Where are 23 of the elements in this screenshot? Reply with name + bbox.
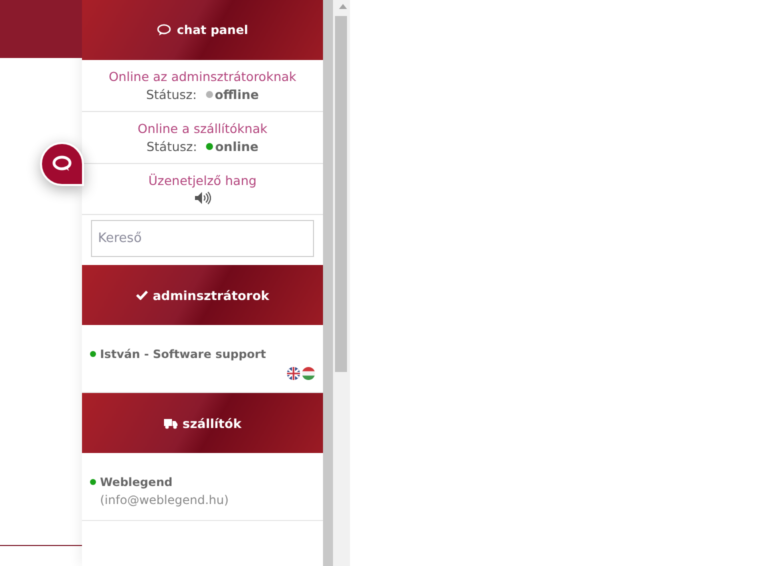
- british-flag-icon: [287, 367, 300, 380]
- chat-bubble-icon: [52, 155, 72, 173]
- setting-label: Üzenetjelző hang: [148, 173, 257, 188]
- status-value: offline: [214, 87, 259, 102]
- contact-email: (info@weblegend.hu): [100, 493, 229, 507]
- scrollbar-thumb[interactable]: [335, 16, 347, 372]
- speaker-icon[interactable]: [194, 191, 211, 205]
- group-header[interactable]: adminsztrátorok: [82, 265, 323, 325]
- hungarian-flag-icon: [302, 367, 315, 380]
- group-header[interactable]: szállítók: [82, 393, 323, 453]
- check-icon: [136, 290, 148, 300]
- chat-button[interactable]: [40, 142, 84, 186]
- panel-title: chat panel: [176, 23, 248, 37]
- search-field[interactable]: Kereső: [91, 220, 314, 257]
- chat-bubble-icon: [156, 24, 171, 36]
- contact-name: Weblegend: [100, 475, 172, 489]
- truck-icon: [164, 418, 178, 428]
- status-label: Státusz:: [146, 139, 198, 154]
- contact-name: István - Software support: [100, 347, 266, 361]
- setting-label: Online az adminsztrátoroknak: [108, 69, 296, 84]
- status-label: Státusz:: [146, 87, 197, 102]
- status-value: online: [215, 139, 259, 154]
- setting-label: Online a szállítóknak: [138, 121, 268, 136]
